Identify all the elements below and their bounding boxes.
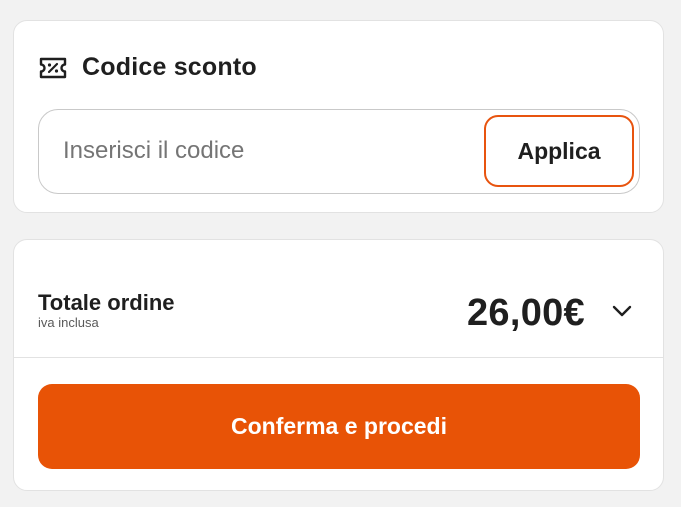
discount-code-field: Applica [38, 109, 640, 194]
apply-button[interactable]: Applica [484, 115, 634, 187]
discount-code-card: Codice sconto Applica [13, 20, 664, 213]
order-total-labels: Totale ordine iva inclusa [38, 290, 175, 330]
coupon-percent-icon [38, 56, 68, 80]
discount-title: Codice sconto [82, 53, 257, 81]
order-total-card: Totale ordine iva inclusa 26,00€ Conferm… [13, 239, 664, 491]
confirm-and-proceed-button[interactable]: Conferma e procedi [38, 384, 640, 469]
discount-header: Codice sconto [38, 53, 257, 82]
order-total-amount: 26,00€ [466, 292, 585, 334]
order-total-label: Totale ordine [38, 290, 175, 315]
chevron-down-icon[interactable] [609, 300, 635, 322]
discount-code-input[interactable] [63, 128, 463, 174]
order-total-row: Totale ordine iva inclusa 26,00€ [14, 240, 663, 358]
vat-included-label: iva inclusa [38, 315, 99, 330]
